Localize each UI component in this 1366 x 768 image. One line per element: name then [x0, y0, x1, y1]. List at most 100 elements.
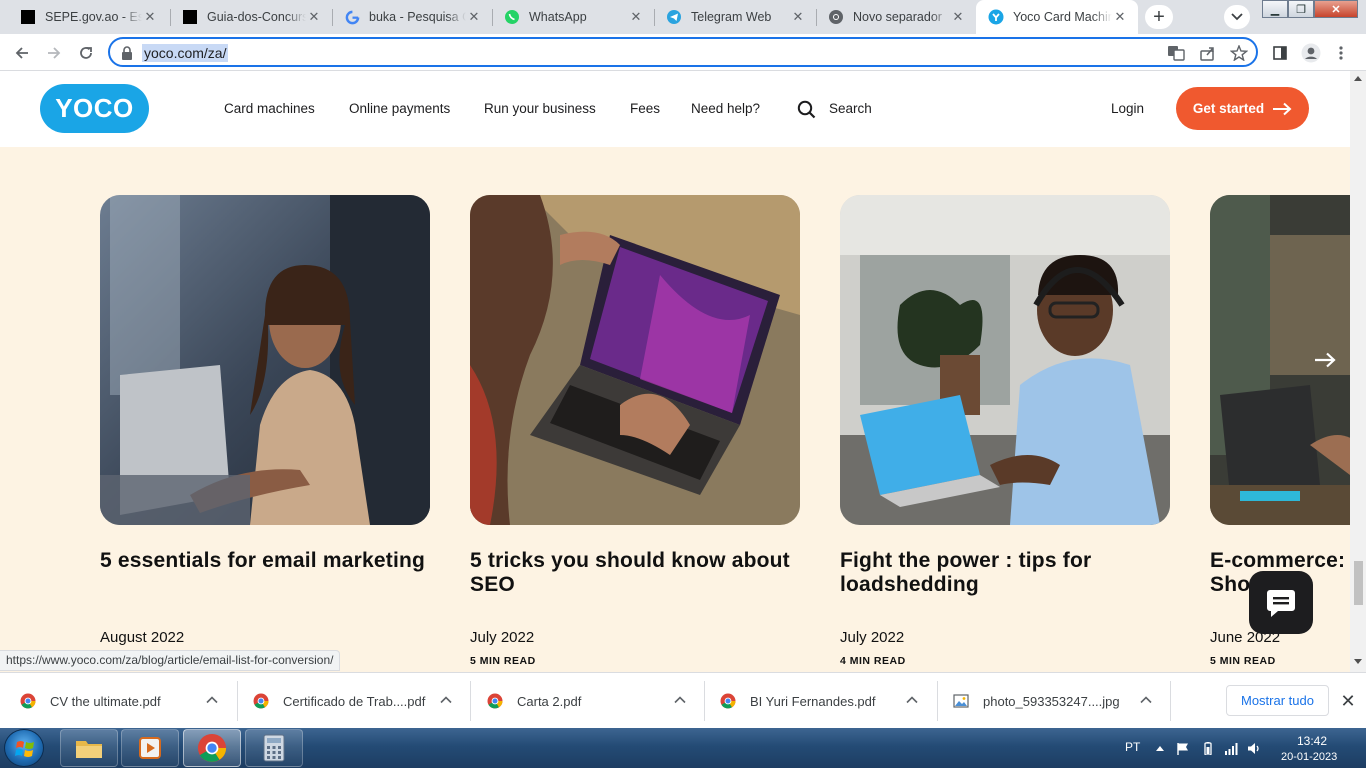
yoco-logo[interactable]: YOCO: [40, 84, 149, 133]
maximize-button[interactable]: ❐: [1288, 0, 1314, 18]
clock-date[interactable]: 20-01-2023: [1281, 751, 1337, 763]
woman-with-laptop-photo[interactable]: [100, 195, 430, 525]
browser-tab[interactable]: Telegram Web ✕: [654, 0, 816, 34]
login-link[interactable]: Login: [1111, 101, 1144, 116]
menu-button[interactable]: [1327, 39, 1355, 67]
back-button[interactable]: [8, 39, 36, 67]
browser-tab-active[interactable]: Yoco Card Machin ✕: [976, 0, 1138, 34]
taskbar-calculator[interactable]: [245, 729, 303, 767]
taskbar-file-explorer[interactable]: [60, 729, 118, 767]
close-tab-icon[interactable]: ✕: [142, 9, 158, 25]
language-indicator[interactable]: PT: [1125, 740, 1140, 754]
get-started-label: Get started: [1192, 101, 1265, 116]
show-all-downloads-button[interactable]: Mostrar tudo: [1226, 685, 1329, 716]
search-link[interactable]: Search: [829, 101, 872, 116]
tab-title: SEPE.gov.ao - Espe: [45, 10, 142, 24]
volume-icon[interactable]: [1247, 742, 1261, 755]
taskbar-chrome[interactable]: [183, 729, 241, 767]
read-time: 5 MIN READ: [470, 655, 536, 667]
browser-tab[interactable]: SEPE.gov.ao - Espe ✕: [8, 0, 168, 34]
clock-time[interactable]: 13:42: [1297, 734, 1327, 748]
side-panel-icon: [1273, 46, 1287, 60]
article-card[interactable]: 5 essentials for email marketing August …: [100, 195, 430, 646]
avatar-icon: [1301, 43, 1321, 63]
reload-button[interactable]: [72, 39, 100, 67]
article-title[interactable]: 5 tricks you should know about SEO: [470, 549, 810, 597]
article-date: August 2022: [100, 629, 185, 646]
browser-tab[interactable]: buka - Pesquisa G ✕: [332, 0, 492, 34]
whatsapp-icon: [504, 9, 520, 25]
bookmark-star-icon[interactable]: [1230, 45, 1248, 61]
chevron-up-icon: [906, 696, 918, 704]
side-panel-button[interactable]: [1266, 39, 1294, 67]
chrome-icon: [487, 693, 503, 709]
article-card[interactable]: Fight the power : tips for loadshedding …: [840, 195, 1170, 667]
yoco-icon: [988, 9, 1004, 25]
close-tab-icon[interactable]: ✕: [306, 9, 322, 25]
chevron-up-icon: [206, 696, 218, 704]
download-item[interactable]: CV the ultimate.pdf: [20, 673, 236, 729]
browser-tab[interactable]: Novo separador ✕: [816, 0, 976, 34]
close-tab-icon[interactable]: ✕: [628, 9, 644, 25]
nav-fees[interactable]: Fees: [630, 101, 660, 116]
url-text[interactable]: yoco.com/za/: [142, 44, 229, 62]
article-title[interactable]: 5 essentials for email marketing: [100, 549, 440, 573]
close-tab-icon[interactable]: ✕: [466, 9, 482, 25]
translate-icon[interactable]: [1167, 45, 1185, 61]
download-filename: photo_593353247....jpg: [983, 693, 1120, 709]
nav-online-payments[interactable]: Online payments: [349, 101, 450, 116]
chevron-up-icon: [440, 696, 452, 704]
share-icon[interactable]: [1199, 45, 1217, 61]
get-started-button[interactable]: Get started: [1176, 87, 1309, 130]
arrow-right-icon: [48, 47, 61, 59]
minimize-button[interactable]: ▁: [1262, 0, 1288, 18]
address-bar[interactable]: yoco.com/za/: [108, 37, 1258, 67]
download-item[interactable]: Certificado de Trab....pdf: [253, 673, 469, 729]
new-tab-button[interactable]: +: [1145, 5, 1173, 29]
network-signal-icon[interactable]: [1224, 742, 1238, 755]
lock-icon: [122, 46, 132, 60]
nav-need-help[interactable]: Need help?: [691, 101, 760, 116]
taskbar-media-player[interactable]: [121, 729, 179, 767]
page-scrollbar[interactable]: [1350, 71, 1366, 672]
download-item[interactable]: Carta 2.pdf: [487, 673, 703, 729]
carousel-next-arrow-icon[interactable]: [1312, 349, 1338, 371]
calculator-icon: [263, 734, 285, 762]
action-center-flag-icon[interactable]: [1176, 742, 1190, 755]
browser-tab[interactable]: Guia-dos-Concurs ✕: [170, 0, 332, 34]
telegram-icon: [666, 9, 682, 25]
man-with-headset-laptop-photo[interactable]: [840, 195, 1170, 525]
chat-icon: [1267, 589, 1295, 617]
browser-tab[interactable]: WhatsApp ✕: [492, 0, 654, 34]
window-close-button[interactable]: ✕: [1314, 0, 1358, 18]
profile-button[interactable]: [1297, 39, 1325, 67]
forward-button[interactable]: [40, 39, 68, 67]
close-shelf-icon[interactable]: ✕: [1338, 691, 1358, 711]
start-button[interactable]: [4, 729, 44, 767]
scrollbar-thumb[interactable]: [1354, 561, 1363, 605]
tab-title: Guia-dos-Concurs: [207, 10, 306, 24]
close-tab-icon[interactable]: ✕: [790, 9, 806, 25]
article-title[interactable]: Fight the power : tips for loadshedding: [840, 549, 1180, 597]
file-explorer-icon: [76, 741, 102, 758]
download-item[interactable]: BI Yuri Fernandes.pdf: [720, 673, 936, 729]
chat-support-button[interactable]: [1249, 571, 1313, 634]
download-item[interactable]: photo_593353247....jpg: [953, 673, 1169, 729]
close-tab-icon[interactable]: ✕: [1112, 9, 1128, 25]
show-hidden-icons-icon[interactable]: [1153, 742, 1167, 755]
nav-card-machines[interactable]: Card machines: [224, 101, 315, 116]
chrome-icon: [253, 693, 269, 709]
battery-icon[interactable]: [1201, 742, 1215, 755]
black-square-icon: [182, 9, 198, 25]
article-date: July 2022: [840, 629, 905, 646]
windows-logo-icon: [15, 741, 34, 757]
tab-title: Novo separador: [853, 10, 942, 24]
tab-search-button[interactable]: [1224, 5, 1250, 29]
hands-on-laptop-photo[interactable]: [470, 195, 800, 525]
nav-run-your-business[interactable]: Run your business: [484, 101, 596, 116]
web-page: YOCO Card machines Online payments Run y…: [0, 71, 1350, 672]
close-tab-icon[interactable]: ✕: [950, 9, 966, 25]
search-icon[interactable]: [797, 100, 816, 119]
article-card[interactable]: 5 tricks you should know about SEO July …: [470, 195, 800, 667]
tab-title: buka - Pesquisa G: [369, 10, 466, 24]
